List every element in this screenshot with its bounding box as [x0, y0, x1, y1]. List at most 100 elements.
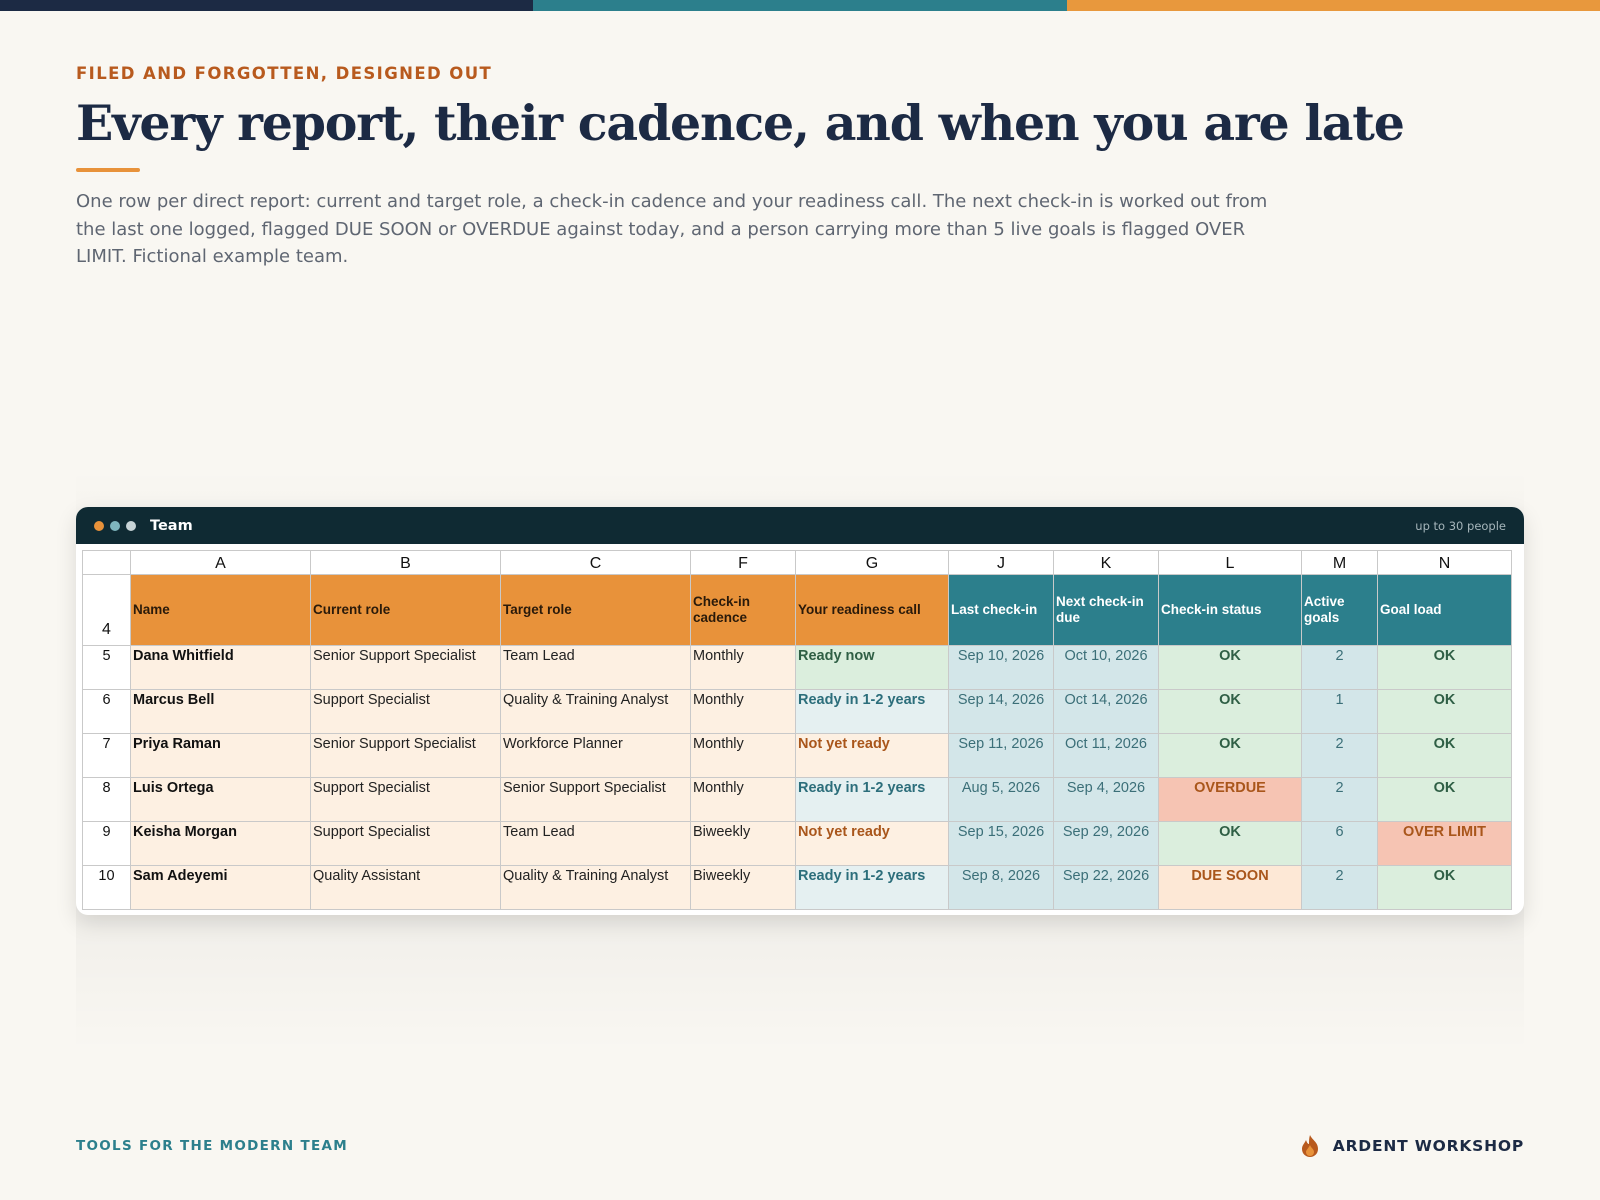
corner-cell[interactable]	[82, 550, 131, 575]
cell-target-role[interactable]: Quality & Training Analyst	[500, 865, 691, 910]
cell-check-in-status[interactable]: OK	[1158, 645, 1302, 690]
cell-next-check-in[interactable]: Sep 22, 2026	[1053, 865, 1159, 910]
cell-check-in-status[interactable]: DUE SOON	[1158, 865, 1302, 910]
cell-goal-load[interactable]: OK	[1377, 865, 1512, 910]
team-sheet: A B C F G J K L M N 4 Name Current role …	[82, 550, 1512, 910]
table-row: 10 Sam Adeyemi Quality Assistant Quality & …	[82, 865, 1512, 910]
table-row: 5 Dana Whitfield Senior Support Specialist…	[82, 645, 1512, 690]
cell-name[interactable]: Keisha Morgan	[130, 821, 311, 866]
row-number[interactable]: 4	[82, 574, 131, 646]
cell-last-check-in[interactable]: Sep 14, 2026	[948, 689, 1054, 734]
cell-goal-load[interactable]: OVER LIMIT	[1377, 821, 1512, 866]
row-number[interactable]: 9	[82, 821, 131, 866]
cell-current-role[interactable]: Support Specialist	[310, 689, 501, 734]
cell-active-goals[interactable]: 2	[1301, 645, 1378, 690]
cell-name[interactable]: Marcus Bell	[130, 689, 311, 734]
cell-goal-load[interactable]: OK	[1377, 733, 1512, 778]
header-name[interactable]: Name	[130, 574, 311, 646]
header-cadence[interactable]: Check-in cadence	[690, 574, 796, 646]
row-number[interactable]: 7	[82, 733, 131, 778]
cell-last-check-in[interactable]: Sep 11, 2026	[948, 733, 1054, 778]
cell-readiness[interactable]: Not yet ready	[795, 733, 949, 778]
row-number[interactable]: 10	[82, 865, 131, 910]
header-active-goals[interactable]: Active goals	[1301, 574, 1378, 646]
page-description: One row per direct report: current and t…	[76, 191, 1268, 267]
cell-target-role[interactable]: Senior Support Specialist	[500, 777, 691, 822]
cell-readiness[interactable]: Ready in 1-2 years	[795, 689, 949, 734]
cell-target-role[interactable]: Workforce Planner	[500, 733, 691, 778]
header-current-role[interactable]: Current role	[310, 574, 501, 646]
cell-next-check-in[interactable]: Oct 10, 2026	[1053, 645, 1159, 690]
cell-current-role[interactable]: Support Specialist	[310, 821, 501, 866]
cell-check-in-status[interactable]: OK	[1158, 821, 1302, 866]
column-letter[interactable]: B	[310, 550, 501, 575]
cell-readiness[interactable]: Ready in 1-2 years	[795, 777, 949, 822]
header-readiness[interactable]: Your readiness call	[795, 574, 949, 646]
accent-segment-orange	[1066, 0, 1600, 11]
cell-name[interactable]: Luis Ortega	[130, 777, 311, 822]
window-dot-grey[interactable]	[126, 520, 136, 531]
window-dot-teal[interactable]	[110, 520, 120, 531]
footer-tagline: TOOLS FOR THE MODERN TEAM	[76, 1138, 348, 1154]
cell-check-in-status[interactable]: OK	[1158, 733, 1302, 778]
cell-active-goals[interactable]: 6	[1301, 821, 1378, 866]
row-number[interactable]: 6	[82, 689, 131, 734]
cell-last-check-in[interactable]: Aug 5, 2026	[948, 777, 1054, 822]
cell-next-check-in[interactable]: Oct 11, 2026	[1053, 733, 1159, 778]
header-goal-load[interactable]: Goal load	[1377, 574, 1512, 646]
cell-target-role[interactable]: Team Lead	[500, 645, 691, 690]
cell-target-role[interactable]: Quality & Training Analyst	[500, 689, 691, 734]
window-dot-orange[interactable]	[94, 520, 104, 531]
cell-check-in-status[interactable]: OVERDUE	[1158, 777, 1302, 822]
column-letter[interactable]: K	[1053, 550, 1159, 575]
row-number[interactable]: 8	[82, 777, 131, 822]
cell-readiness[interactable]: Ready now	[795, 645, 949, 690]
header-check-in-status[interactable]: Check-in status	[1158, 574, 1302, 646]
cell-name[interactable]: Dana Whitfield	[130, 645, 311, 690]
column-letter[interactable]: A	[130, 550, 311, 575]
header-target-role[interactable]: Target role	[500, 574, 691, 646]
cell-name[interactable]: Sam Adeyemi	[130, 865, 311, 910]
column-letter[interactable]: C	[500, 550, 691, 575]
cell-active-goals[interactable]: 1	[1301, 689, 1378, 734]
cell-next-check-in[interactable]: Sep 29, 2026	[1053, 821, 1159, 866]
cell-last-check-in[interactable]: Sep 15, 2026	[948, 821, 1054, 866]
cell-readiness[interactable]: Not yet ready	[795, 821, 949, 866]
cell-next-check-in[interactable]: Oct 14, 2026	[1053, 689, 1159, 734]
header-last-check-in[interactable]: Last check-in	[948, 574, 1054, 646]
cell-active-goals[interactable]: 2	[1301, 865, 1378, 910]
cell-check-in-status[interactable]: OK	[1158, 689, 1302, 734]
cell-active-goals[interactable]: 2	[1301, 777, 1378, 822]
cell-cadence[interactable]: Biweekly	[690, 865, 796, 910]
cell-current-role[interactable]: Senior Support Specialist	[310, 733, 501, 778]
cell-current-role[interactable]: Support Specialist	[310, 777, 501, 822]
cell-cadence[interactable]: Monthly	[690, 689, 796, 734]
cell-next-check-in[interactable]: Sep 4, 2026	[1053, 777, 1159, 822]
header-next-check-in[interactable]: Next check-in due	[1053, 574, 1159, 646]
cell-cadence[interactable]: Monthly	[690, 645, 796, 690]
cell-cadence[interactable]: Monthly	[690, 777, 796, 822]
table-row: 8 Luis Ortega Support Specialist Senior Sup…	[82, 777, 1512, 822]
column-letter[interactable]: L	[1158, 550, 1302, 575]
spreadsheet-window: Team up to 30 people A B C F G J K L M N…	[76, 507, 1524, 915]
cell-goal-load[interactable]: OK	[1377, 645, 1512, 690]
cell-target-role[interactable]: Team Lead	[500, 821, 691, 866]
column-letter[interactable]: J	[948, 550, 1054, 575]
cell-goal-load[interactable]: OK	[1377, 689, 1512, 734]
cell-cadence[interactable]: Monthly	[690, 733, 796, 778]
row-number[interactable]: 5	[82, 645, 131, 690]
cell-last-check-in[interactable]: Sep 8, 2026	[948, 865, 1054, 910]
cell-readiness[interactable]: Ready in 1-2 years	[795, 865, 949, 910]
column-letter[interactable]: N	[1377, 550, 1512, 575]
column-letter[interactable]: F	[690, 550, 796, 575]
cell-current-role[interactable]: Quality Assistant	[310, 865, 501, 910]
cell-cadence[interactable]: Biweekly	[690, 821, 796, 866]
brand-name: ARDENT WORKSHOP	[1332, 1137, 1524, 1155]
cell-last-check-in[interactable]: Sep 10, 2026	[948, 645, 1054, 690]
cell-goal-load[interactable]: OK	[1377, 777, 1512, 822]
cell-name[interactable]: Priya Raman	[130, 733, 311, 778]
column-letter[interactable]: G	[795, 550, 949, 575]
column-letter[interactable]: M	[1301, 550, 1378, 575]
cell-active-goals[interactable]: 2	[1301, 733, 1378, 778]
cell-current-role[interactable]: Senior Support Specialist	[310, 645, 501, 690]
